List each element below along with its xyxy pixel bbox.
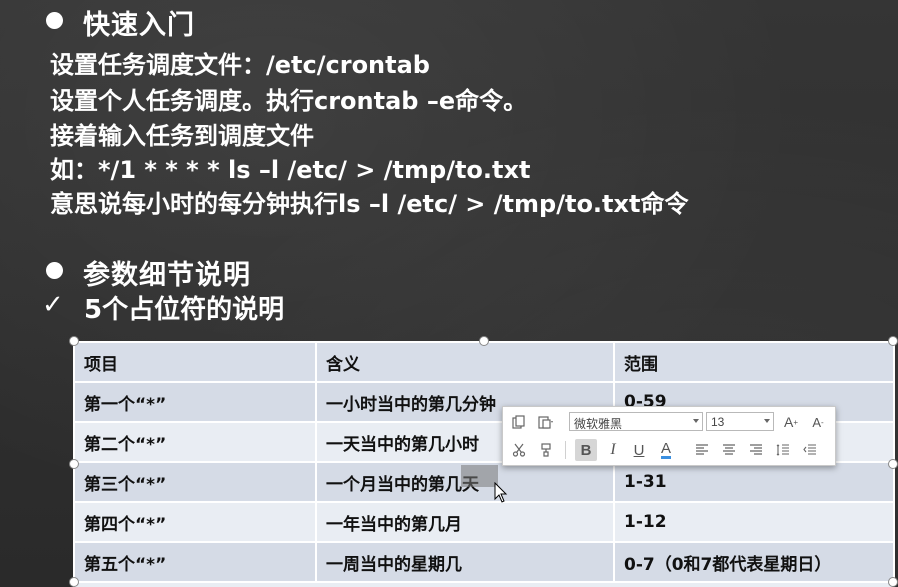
table-cell[interactable]: 一年当中的第几月 <box>315 501 615 543</box>
header-cell-range[interactable]: 范围 <box>613 341 895 383</box>
resize-handle-middle-right[interactable] <box>888 459 898 469</box>
chevron-down-icon <box>693 419 699 423</box>
table-cell[interactable]: 第三个“*” <box>73 461 317 503</box>
toolbar-separator <box>565 441 566 459</box>
align-left-icon[interactable] <box>691 439 713 461</box>
line-spacing-icon[interactable] <box>772 439 794 461</box>
text-line-5: 意思说每小时的每分钟执行ls –l /etc/ > /tmp/to.txt命令 <box>50 190 689 218</box>
table-header-row[interactable]: 项目 含义 范围 <box>73 341 895 383</box>
toolbar-row-1: 微软雅黑 13 A + A- <box>503 408 835 436</box>
floating-format-toolbar: 微软雅黑 13 A + A- B I U A <box>502 406 836 466</box>
resize-handle-bottom-left[interactable] <box>69 577 79 587</box>
grow-font-icon[interactable]: A + <box>780 411 802 433</box>
subheading-placeholders: 5个占位符的说明 <box>84 295 285 325</box>
shrink-font-icon[interactable]: A- <box>807 411 829 433</box>
font-color-icon[interactable]: A <box>655 439 677 461</box>
underline-icon[interactable]: U <box>628 439 650 461</box>
align-right-icon[interactable] <box>745 439 767 461</box>
table-cell[interactable]: 1-12 <box>613 501 895 543</box>
format-painter-icon[interactable] <box>535 439 557 461</box>
table-row[interactable]: 第四个“*” 一年当中的第几月 1-12 <box>73 501 895 543</box>
italic-icon[interactable]: I <box>602 439 624 461</box>
checkmark-icon: ✓ <box>42 290 64 320</box>
table-cell[interactable]: 第一个“*” <box>73 381 317 423</box>
resize-handle-top-left[interactable] <box>69 336 79 346</box>
table-cell[interactable]: 0-7（0和7都代表星期日） <box>613 541 895 583</box>
toolbar-row-2: B I U A <box>503 436 835 464</box>
text-line-2: 设置个人任务调度。执行crontab –e命令。 <box>50 87 528 115</box>
text-selection-highlight <box>461 465 498 487</box>
text-line-3: 接着输入任务到调度文件 <box>50 122 314 150</box>
copy-icon[interactable] <box>508 411 530 433</box>
align-center-icon[interactable] <box>718 439 740 461</box>
bold-icon[interactable]: B <box>575 439 597 461</box>
header-cell-meaning[interactable]: 含义 <box>315 341 615 383</box>
header-cell-item[interactable]: 项目 <box>73 341 317 383</box>
bullet-dot-1 <box>46 12 63 29</box>
resize-handle-top-right[interactable] <box>888 336 898 346</box>
paste-icon[interactable] <box>535 411 557 433</box>
font-size-value: 13 <box>711 415 725 429</box>
table-cell[interactable]: 一周当中的星期几 <box>315 541 615 583</box>
decrease-indent-icon[interactable] <box>799 439 821 461</box>
table-cell[interactable]: 第二个“*” <box>73 421 317 463</box>
text-line-1: 设置任务调度文件：/etc/crontab <box>50 51 430 79</box>
resize-handle-middle-left[interactable] <box>69 459 79 469</box>
font-name-select[interactable]: 微软雅黑 <box>569 412 703 431</box>
section-heading-quickstart: 快速入门 <box>83 10 195 41</box>
text-line-4: 如：*/1 * * * * ls –l /etc/ > /tmp/to.txt <box>50 156 531 184</box>
section-heading-params: 参数细节说明 <box>83 260 251 291</box>
bullet-dot-2 <box>46 262 63 279</box>
chevron-down-icon <box>764 419 770 423</box>
table-cell[interactable]: 第五个“*” <box>73 541 317 583</box>
resize-handle-bottom-right[interactable] <box>888 577 898 587</box>
font-size-select[interactable]: 13 <box>706 412 774 431</box>
table-row[interactable]: 第五个“*” 一周当中的星期几 0-7（0和7都代表星期日） <box>73 541 895 583</box>
resize-handle-top-center[interactable] <box>479 336 489 346</box>
table-cell[interactable]: 第四个“*” <box>73 501 317 543</box>
mouse-cursor-icon <box>494 482 508 503</box>
font-name-value: 微软雅黑 <box>574 417 623 431</box>
table-cell[interactable]: 1-31 <box>613 461 895 503</box>
cut-icon[interactable] <box>508 439 530 461</box>
